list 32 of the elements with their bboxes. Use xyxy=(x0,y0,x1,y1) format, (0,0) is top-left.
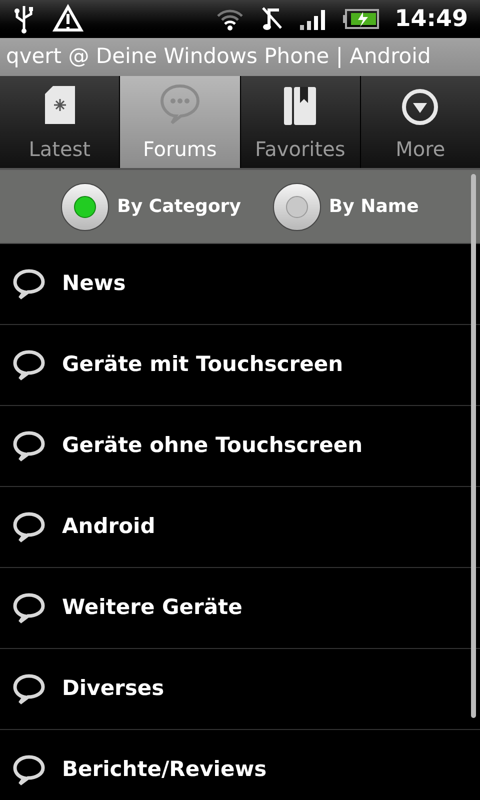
usb-icon xyxy=(12,4,36,34)
speech-bubble-icon xyxy=(12,672,46,706)
forum-name: Weitere Geräte xyxy=(62,594,242,622)
tab[interactable]: More xyxy=(360,76,480,168)
forum-name: Android xyxy=(62,513,156,540)
muted-music-icon xyxy=(260,6,283,32)
forum-name: Geräte ohne Touchscreen xyxy=(62,432,363,460)
battery-icon xyxy=(342,9,379,29)
forum-name: Diverses xyxy=(62,675,164,702)
document-icon xyxy=(42,84,77,126)
warning-icon xyxy=(52,4,84,34)
speech-bubble-icon xyxy=(12,753,46,787)
speech-bubble-icon xyxy=(12,267,46,301)
speech-bubble-icon xyxy=(12,429,46,463)
forum-row[interactable]: Berichte/Reviews xyxy=(0,730,480,800)
forum-name: Geräte mit Touchscreen xyxy=(62,351,344,378)
speech-bubble-icon xyxy=(12,348,46,382)
forum-name: Berichte/Reviews xyxy=(62,756,267,784)
tab[interactable]: Latest xyxy=(0,76,120,168)
speech-bubble-icon xyxy=(158,82,202,126)
forum-name: News xyxy=(62,270,126,298)
wifi-icon xyxy=(214,7,245,31)
radio-option[interactable]: By Category xyxy=(61,182,241,230)
radio-option[interactable]: By Name xyxy=(272,182,419,230)
signal-icon xyxy=(298,7,327,31)
tab[interactable]: Favorites xyxy=(240,76,360,168)
window-title: qvert @ Deine Windows Phone | Android xyxy=(6,43,431,70)
bookmark-book-icon xyxy=(283,86,318,126)
speech-bubble-icon xyxy=(12,591,46,625)
clock-time: 14:49 xyxy=(394,4,468,34)
down-circle-icon xyxy=(401,88,440,126)
speech-bubble-icon xyxy=(12,510,46,544)
